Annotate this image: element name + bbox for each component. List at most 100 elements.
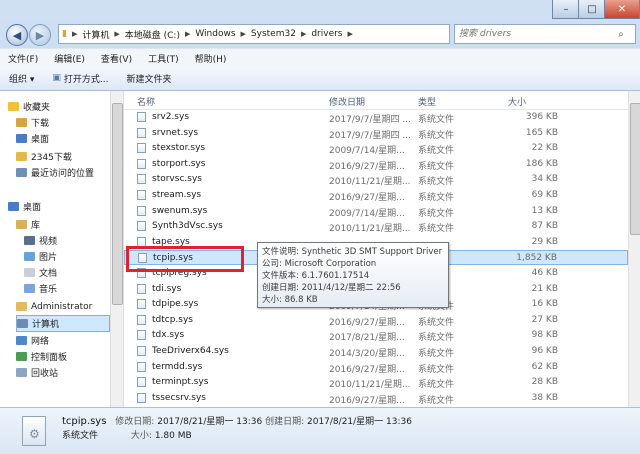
file-size: 46 KB: [531, 268, 558, 278]
menu-help[interactable]: 帮助(H): [187, 52, 235, 65]
folder-icon: [16, 152, 27, 161]
menu-edit[interactable]: 编辑(E): [46, 52, 93, 65]
file-list-scrollbar-thumb[interactable]: [630, 103, 640, 235]
column-name[interactable]: 名称: [137, 95, 155, 108]
file-row[interactable]: tssecsrv.sys 2016/9/27/星期... 系统文件 38 KB: [124, 391, 628, 406]
menu-tools[interactable]: 工具(T): [140, 52, 187, 65]
nav-item[interactable]: 最近访问的位置: [16, 165, 94, 180]
chevron-right-icon: ▶: [347, 30, 353, 38]
back-button[interactable]: ◀: [6, 24, 28, 46]
nav-scrollbar[interactable]: [110, 91, 123, 407]
file-date: 2016/9/27/星期...: [329, 364, 405, 375]
open-with-label: 打开方式...: [63, 74, 109, 85]
breadcrumb-system32[interactable]: System32: [248, 29, 299, 39]
star-icon: [8, 102, 19, 111]
nav-item[interactable]: 计算机: [16, 315, 110, 332]
new-folder-button[interactable]: 新建文件夹: [118, 72, 181, 85]
column-size[interactable]: 大小: [508, 95, 526, 108]
file-row[interactable]: tdtcp.sys 2016/9/27/星期... 系统文件 27 KB: [124, 313, 628, 328]
column-header: 名称 修改日期 类型 大小: [124, 91, 628, 110]
sys-file-icon: [137, 112, 146, 122]
file-row[interactable]: TeeDriverx64.sys 2014/3/20/星期... 系统文件 96 KB: [124, 344, 628, 359]
tooltip-created: 创建日期: 2011/4/12/星期二 22:56: [262, 283, 401, 293]
close-button[interactable]: ✕: [604, 0, 640, 19]
maximize-button[interactable]: □: [578, 0, 606, 19]
tooltip-version: 文件版本: 6.1.7601.17514: [262, 271, 370, 281]
sys-file-icon: [137, 190, 146, 200]
file-type: 系统文件: [418, 395, 455, 406]
nav-item[interactable]: 下载: [16, 115, 49, 130]
address-bar[interactable]: ▮ ▶ 计算机 ▶ 本地磁盘 (C:) ▶ Windows ▶ System32…: [58, 24, 450, 44]
nav-item[interactable]: 音乐: [24, 281, 57, 296]
file-row[interactable]: srv2.sys 2017/9/7/星期四 ... 系统文件 396 KB: [124, 110, 628, 125]
details-created-label: 创建日期:: [265, 417, 305, 427]
file-row[interactable]: stream.sys 2016/9/27/星期... 系统文件 69 KB: [124, 188, 628, 203]
chevron-right-icon: ▶: [71, 30, 78, 38]
nav-item[interactable]: 桌面: [16, 131, 49, 146]
nav-item[interactable]: 控制面板: [16, 349, 67, 364]
tooltip-description: 文件说明: Synthetic 3D SMT Support Driver: [262, 247, 443, 257]
file-row[interactable]: terminpt.sys 2010/11/21/星期... 系统文件 28 KB: [124, 375, 628, 390]
details-pane: tcpip.sys 修改日期: 2017/8/21/星期一 13:36 创建日期…: [0, 407, 640, 454]
nav-item[interactable]: 回收站: [16, 365, 58, 380]
tooltip-company: 公司: Microsoft Corporation: [262, 259, 377, 269]
file-row[interactable]: Synth3dVsc.sys 2010/11/21/星期... 系统文件 87 KB: [124, 219, 628, 234]
documents-icon: [24, 268, 35, 277]
nav-item-label: 回收站: [31, 369, 59, 379]
search-input[interactable]: [455, 28, 611, 40]
breadcrumb-computer[interactable]: 计算机: [79, 28, 112, 41]
breadcrumb-windows[interactable]: Windows: [192, 29, 238, 39]
file-type: 系统文件: [418, 146, 455, 157]
nav-item[interactable]: 图片: [24, 249, 57, 264]
file-size: 38 KB: [531, 392, 558, 403]
nav-item-label: 库: [31, 221, 41, 231]
file-name: Synth3dVsc.sys: [152, 221, 223, 232]
breadcrumb-drive[interactable]: 本地磁盘 (C:): [122, 28, 183, 41]
file-row[interactable]: storvsc.sys 2010/11/21/星期... 系统文件 34 KB: [124, 172, 628, 187]
file-row[interactable]: termdd.sys 2016/9/27/星期... 系统文件 62 KB: [124, 360, 628, 375]
file-name: terminpt.sys: [152, 377, 209, 388]
nav-item[interactable]: Administrator: [16, 299, 92, 314]
nav-item-label: 图片: [39, 253, 58, 263]
nav-scrollbar-thumb[interactable]: [112, 103, 123, 305]
nav-item[interactable]: 2345下载: [16, 149, 72, 164]
organize-button[interactable]: 组织 ▾: [0, 72, 43, 85]
nav-item[interactable]: 视频: [24, 233, 57, 248]
file-row[interactable]: stexstor.sys 2009/7/14/星期... 系统文件 22 KB: [124, 141, 628, 156]
nav-item[interactable]: 收藏夹: [8, 99, 50, 114]
column-type[interactable]: 类型: [418, 95, 436, 108]
nav-item-label: 桌面: [31, 135, 50, 145]
file-date: 2017/9/7/星期四 ...: [329, 115, 411, 125]
menu-view[interactable]: 查看(V): [93, 52, 140, 65]
forward-button[interactable]: ▶: [29, 24, 51, 46]
sys-file-icon: [137, 299, 146, 310]
file-date: 2014/3/20/星期...: [329, 349, 405, 359]
sys-file-icon: [137, 127, 146, 138]
system-file-icon: [22, 416, 46, 446]
red-highlight-box: [126, 246, 244, 272]
file-type: 系统文件: [418, 161, 455, 172]
file-row[interactable]: srvnet.sys 2017/9/7/星期四 ... 系统文件 165 KB: [124, 126, 628, 141]
file-name: tssecsrv.sys: [152, 392, 206, 403]
open-with-button[interactable]: ▣ 打开方式...: [43, 72, 117, 85]
nav-item[interactable]: 网络: [16, 333, 49, 348]
file-type: 系统文件: [418, 177, 455, 188]
minimize-button[interactable]: –: [552, 0, 580, 19]
nav-item[interactable]: 库: [16, 217, 40, 232]
file-size: 87 KB: [531, 221, 558, 232]
nav-item[interactable]: 桌面: [8, 199, 41, 214]
file-name: srvnet.sys: [152, 127, 199, 138]
file-row[interactable]: tdx.sys 2017/8/21/星期... 系统文件 98 KB: [124, 328, 628, 343]
file-row[interactable]: swenum.sys 2009/7/14/星期... 系统文件 13 KB: [124, 204, 628, 219]
search-box: ⌕: [454, 24, 636, 44]
file-type: 系统文件: [418, 224, 455, 235]
file-list-scrollbar[interactable]: [628, 91, 640, 407]
search-icon[interactable]: ⌕: [611, 29, 631, 40]
file-row[interactable]: storport.sys 2016/9/27/星期... 系统文件 186 KB: [124, 157, 628, 172]
nav-item[interactable]: 文档: [24, 265, 57, 280]
column-date[interactable]: 修改日期: [329, 95, 365, 108]
file-type: 系统文件: [418, 130, 455, 141]
menu-file[interactable]: 文件(F): [0, 52, 46, 65]
nav-item-label: 收藏夹: [23, 103, 51, 113]
breadcrumb-drivers[interactable]: drivers: [308, 29, 345, 39]
